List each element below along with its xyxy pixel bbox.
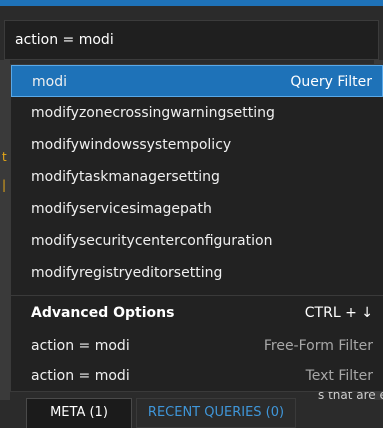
background-left-panel: t | bbox=[0, 60, 10, 400]
suggestion-item[interactable]: modifywindowssystempolicy bbox=[11, 129, 383, 161]
advanced-options-header[interactable]: Advanced Options CTRL + ↓ bbox=[11, 295, 383, 331]
advanced-shortcut-hint: CTRL + ↓ bbox=[304, 305, 373, 321]
suggestion-item[interactable]: modifyzonecrossingwarningsetting bbox=[11, 97, 383, 129]
tab-recent-queries[interactable]: RECENT QUERIES (0) bbox=[136, 398, 296, 428]
suggestion-label: modi bbox=[32, 74, 67, 90]
suggestion-item[interactable]: modifysecuritycenterconfiguration bbox=[11, 225, 383, 257]
suggestion-label: modifytaskmanagersetting bbox=[31, 169, 220, 185]
advanced-option-label: action = modi bbox=[31, 338, 130, 354]
autocomplete-dropdown: modi Query Filter modifyzonecrossingwarn… bbox=[10, 64, 383, 392]
suggestion-label: modifyservicesimagepath bbox=[31, 201, 212, 217]
suggestion-label: modifysecuritycenterconfiguration bbox=[31, 233, 273, 249]
advanced-option-label: action = modi bbox=[31, 368, 130, 384]
suggestion-label: modifyzonecrossingwarningsetting bbox=[31, 105, 275, 121]
text-filter-option[interactable]: action = modi Text Filter bbox=[11, 361, 383, 391]
background-marker: | bbox=[2, 178, 7, 192]
suggestion-label: modifywindowssystempolicy bbox=[31, 137, 232, 153]
advanced-option-type: Text Filter bbox=[305, 368, 373, 384]
suggestion-item[interactable]: modi Query Filter bbox=[11, 65, 383, 97]
advanced-option-type: Free-Form Filter bbox=[263, 338, 373, 354]
suggestion-label: modifyregistryeditorsetting bbox=[31, 265, 223, 281]
query-input[interactable] bbox=[15, 27, 365, 53]
background-marker: t bbox=[2, 150, 7, 164]
free-form-filter-option[interactable]: action = modi Free-Form Filter bbox=[11, 331, 383, 361]
suggestion-item[interactable]: modifyregistryeditorsetting bbox=[11, 257, 383, 289]
suggestion-type-tag: Query Filter bbox=[290, 74, 372, 90]
advanced-options-title: Advanced Options bbox=[31, 305, 175, 321]
bottom-tab-bar: META (1) RECENT QUERIES (0) bbox=[0, 398, 383, 428]
top-accent-bar bbox=[0, 0, 383, 6]
suggestion-item[interactable]: modifyservicesimagepath bbox=[11, 193, 383, 225]
suggestion-item[interactable]: modifytaskmanagersetting bbox=[11, 161, 383, 193]
query-search-bar[interactable] bbox=[4, 20, 379, 60]
tab-meta[interactable]: META (1) bbox=[26, 398, 132, 428]
